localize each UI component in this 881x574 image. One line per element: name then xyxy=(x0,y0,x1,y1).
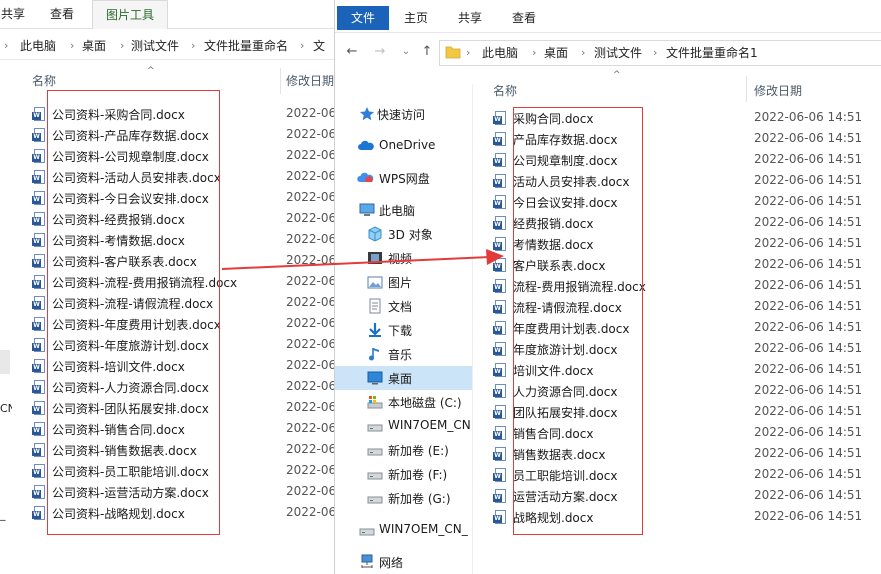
annotation-arrow xyxy=(221,249,504,270)
